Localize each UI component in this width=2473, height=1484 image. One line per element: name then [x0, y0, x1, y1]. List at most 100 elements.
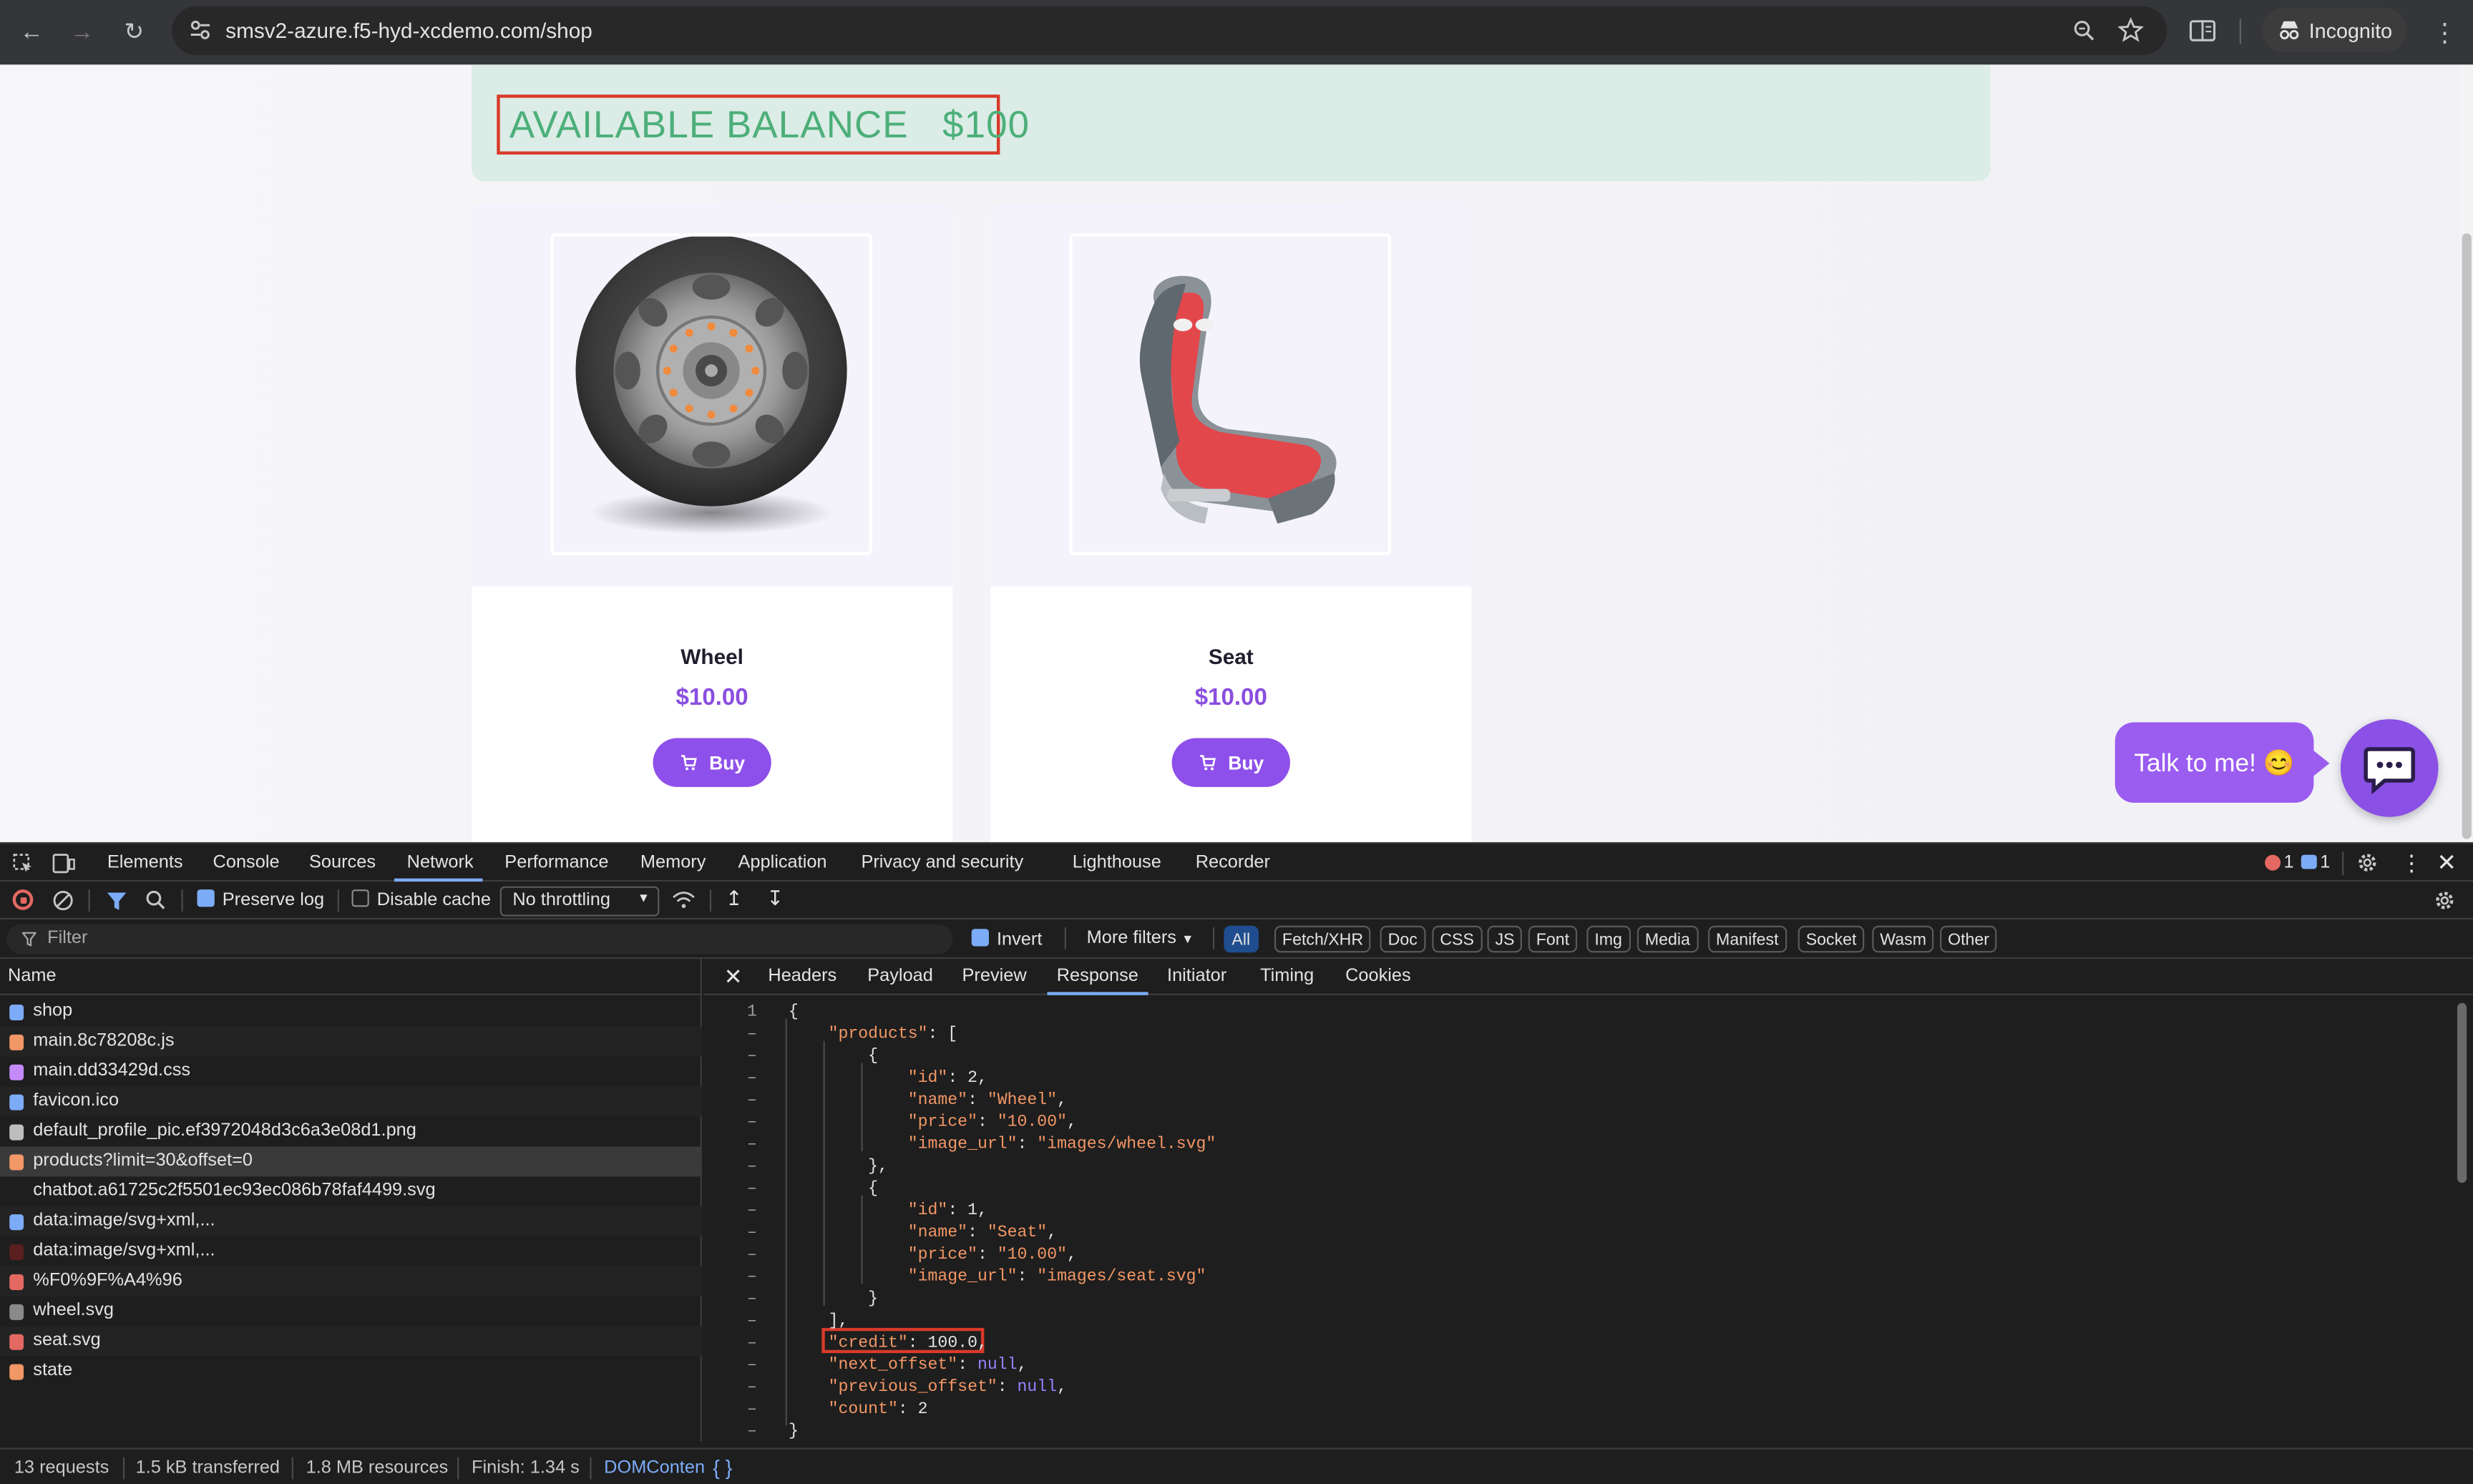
- filter-type-wasm[interactable]: Wasm: [1872, 925, 1935, 953]
- import-har-icon[interactable]: ↥: [726, 887, 743, 912]
- network-conditions-icon[interactable]: [672, 889, 696, 910]
- message-icon[interactable]: [2301, 854, 2317, 869]
- divider: [337, 889, 339, 912]
- device-toolbar-icon[interactable]: [52, 853, 76, 874]
- tab-initiator[interactable]: Initiator: [1167, 967, 1226, 985]
- filter-type-font[interactable]: Font: [1528, 925, 1578, 953]
- tab-elements[interactable]: Elements: [107, 853, 183, 872]
- filter-type-all[interactable]: All: [1224, 925, 1259, 953]
- pretty-print-icon[interactable]: { }: [713, 1455, 732, 1479]
- request-row[interactable]: data:image/svg+xml,...: [0, 1206, 702, 1237]
- checkbox-checked-icon[interactable]: [971, 929, 989, 947]
- error-count[interactable]: 1: [2284, 853, 2294, 872]
- filter-type-other[interactable]: Other: [1940, 925, 1997, 953]
- tab-privacy-security[interactable]: Privacy and security: [861, 853, 1023, 872]
- checkbox-checked-icon[interactable]: [197, 889, 215, 907]
- filter-type-css[interactable]: CSS: [1432, 925, 1482, 953]
- message-count[interactable]: 1: [2320, 853, 2330, 872]
- response-scrollbar[interactable]: [2457, 1002, 2467, 1183]
- tab-timing[interactable]: Timing: [1260, 967, 1314, 985]
- filter-row: Filter Invert More filters ▼ All Fetch/X…: [0, 919, 2473, 960]
- url-text[interactable]: smsv2-azure.f5-hyd-xcdemo.com/shop: [225, 19, 592, 42]
- request-row[interactable]: shop: [0, 997, 702, 1027]
- address-bar[interactable]: smsv2-azure.f5-hyd-xcdemo.com/shop: [172, 6, 2167, 56]
- name-column-header[interactable]: Name: [0, 959, 702, 995]
- tab-preview[interactable]: Preview: [962, 967, 1027, 985]
- tab-response[interactable]: Response: [1057, 967, 1138, 985]
- close-devtools-icon[interactable]: ✕: [2437, 849, 2457, 877]
- site-settings-icon[interactable]: [187, 17, 213, 42]
- incognito-chip[interactable]: Incognito: [2261, 8, 2407, 52]
- checkbox-unchecked-icon[interactable]: [351, 889, 369, 907]
- filter-input[interactable]: Filter: [6, 924, 953, 955]
- request-row[interactable]: wheel.svg: [0, 1297, 702, 1327]
- more-filters-dropdown[interactable]: More filters ▼: [1087, 929, 1194, 947]
- chat-prompt-bubble[interactable]: Talk to me! 😊: [2115, 722, 2330, 803]
- request-row[interactable]: seat.svg: [0, 1326, 702, 1357]
- back-icon[interactable]: ←: [16, 16, 47, 47]
- chat-icon: [2364, 747, 2416, 795]
- filter-type-js[interactable]: JS: [1487, 925, 1523, 953]
- tab-sources[interactable]: Sources: [309, 853, 376, 872]
- network-toolbar: Preserve log Disable cache No throttling…: [0, 882, 2473, 919]
- request-row[interactable]: state: [0, 1357, 702, 1387]
- tab-headers[interactable]: Headers: [768, 967, 836, 985]
- filter-type-manifest[interactable]: Manifest: [1708, 925, 1787, 953]
- error-icon[interactable]: [2265, 854, 2281, 871]
- tab-recorder[interactable]: Recorder: [1196, 853, 1270, 872]
- tab-lighthouse[interactable]: Lighthouse: [1073, 853, 1161, 872]
- tab-memory[interactable]: Memory: [640, 853, 706, 872]
- filter-type-socket[interactable]: Socket: [1798, 925, 1865, 953]
- request-row[interactable]: main.dd33429d.css: [0, 1057, 702, 1087]
- record-icon[interactable]: [12, 889, 34, 910]
- request-name: products?limit=30&offset=0: [33, 1151, 253, 1171]
- search-icon[interactable]: [145, 889, 166, 910]
- chatbot-button[interactable]: [2340, 719, 2439, 817]
- clear-icon[interactable]: [52, 889, 74, 912]
- filter-funnel-icon[interactable]: [106, 891, 128, 912]
- inspect-icon[interactable]: [13, 853, 34, 874]
- request-type-icon: [9, 1124, 24, 1141]
- disable-cache-checkbox[interactable]: Disable cache: [351, 889, 491, 910]
- tab-network[interactable]: Network: [407, 853, 474, 872]
- invert-checkbox[interactable]: Invert: [971, 929, 1042, 950]
- throttling-select[interactable]: No throttling ▼: [499, 886, 660, 917]
- filter-type-media[interactable]: Media: [1637, 925, 1698, 953]
- buy-button-seat[interactable]: Buy: [1171, 738, 1290, 787]
- tab-application[interactable]: Application: [738, 853, 827, 872]
- export-har-icon[interactable]: ↧: [766, 887, 784, 912]
- request-row[interactable]: default_profile_pic.ef3972048d3c6a3e08d1…: [0, 1117, 702, 1147]
- buy-button-wheel[interactable]: Buy: [653, 738, 771, 787]
- request-row[interactable]: %F0%9F%A4%96: [0, 1266, 702, 1297]
- response-body[interactable]: 1 {– "products": [– {– "id": 2, – "name": …: [703, 997, 2454, 1442]
- request-row[interactable]: products?limit=30&offset=0: [0, 1146, 702, 1177]
- filter-type-fetch-xhr[interactable]: Fetch/XHR: [1274, 925, 1372, 953]
- forward-icon[interactable]: →: [67, 16, 98, 47]
- network-settings-gear-icon[interactable]: [2434, 889, 2456, 912]
- page-scrollbar-thumb[interactable]: [2462, 233, 2472, 839]
- tab-cookies[interactable]: Cookies: [1345, 967, 1411, 985]
- line-number: –: [747, 1356, 757, 1375]
- reload-icon[interactable]: ↻: [118, 16, 150, 47]
- request-row[interactable]: main.8c78208c.js: [0, 1026, 702, 1057]
- request-row[interactable]: favicon.ico: [0, 1086, 702, 1117]
- more-options-icon[interactable]: ⋮: [2401, 850, 2423, 877]
- filter-type-doc[interactable]: Doc: [1380, 925, 1425, 953]
- menu-icon[interactable]: ⋮: [2432, 17, 2457, 49]
- tab-payload[interactable]: Payload: [867, 967, 933, 985]
- filter-type-img[interactable]: Img: [1586, 925, 1630, 953]
- settings-gear-icon[interactable]: [2356, 851, 2379, 874]
- preserve-log-checkbox[interactable]: Preserve log: [197, 889, 324, 910]
- close-detail-icon[interactable]: ✕: [724, 964, 743, 990]
- divider: [709, 889, 712, 912]
- page-scrollbar[interactable]: [2460, 64, 2473, 842]
- star-icon[interactable]: [2118, 17, 2144, 42]
- balance-highlight: AVAILABLE BALANCE $100: [497, 94, 1029, 155]
- tab-console[interactable]: Console: [213, 853, 280, 872]
- request-row[interactable]: chatbot.a61725c2f5501ec93ec086b78faf4499…: [0, 1176, 702, 1206]
- reading-mode-icon[interactable]: [2189, 19, 2216, 42]
- tab-performance[interactable]: Performance: [504, 853, 608, 872]
- request-row[interactable]: data:image/svg+xml,...: [0, 1236, 702, 1266]
- line-number: 1: [747, 1002, 757, 1022]
- zoom-icon[interactable]: [2072, 19, 2096, 42]
